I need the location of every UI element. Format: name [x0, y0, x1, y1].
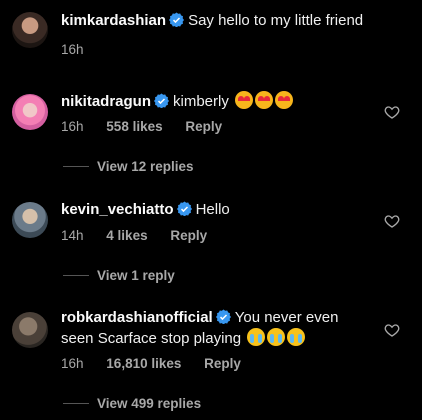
comment-text: Say hello to my little friend	[188, 12, 364, 29]
heart-eyes-emoji	[255, 91, 274, 109]
divider-line	[63, 275, 89, 276]
comment-nikitadragun: nikitadragun kimberly	[61, 91, 382, 112]
verified-badge-icon	[176, 201, 192, 216]
crying-emoji	[267, 328, 286, 346]
divider-line	[63, 166, 89, 167]
verified-badge-icon	[169, 12, 185, 27]
comment-robkardashianofficial-line2: seen Scarface stop playing	[61, 328, 382, 349]
like-heart-icon[interactable]	[384, 104, 400, 120]
divider-line	[63, 403, 89, 404]
verified-badge-icon	[215, 309, 231, 324]
likes-count[interactable]: 4 likes	[106, 228, 147, 243]
comment-text-line1: You never even	[234, 309, 339, 326]
view-replies-label: View 1 reply	[97, 268, 175, 283]
reply-button[interactable]: Reply	[185, 119, 222, 134]
comment-time: 14h	[61, 228, 84, 243]
likes-count[interactable]: 558 likes	[106, 119, 162, 134]
avatar-kimkardashian[interactable]	[12, 12, 48, 48]
avatar-nikitadragun[interactable]	[12, 94, 48, 130]
comment-time: 16h	[61, 356, 84, 371]
avatar-robkardashianofficial[interactable]	[12, 312, 48, 348]
username-nikitadragun[interactable]: nikitadragun	[61, 93, 151, 110]
username-kimkardashian[interactable]: kimkardashian	[61, 12, 166, 29]
comment-meta: 16h 16,810 likes Reply	[61, 356, 260, 371]
like-heart-icon[interactable]	[384, 322, 400, 338]
comment-meta: 14h 4 likes Reply	[61, 228, 226, 243]
reply-button[interactable]: Reply	[170, 228, 207, 243]
comment-text: kimberly	[173, 93, 229, 110]
like-heart-icon[interactable]	[384, 213, 400, 229]
view-replies-label: View 499 replies	[97, 396, 202, 411]
comment-time: 16h	[61, 119, 84, 134]
verified-badge-icon	[154, 93, 170, 108]
heart-eyes-emoji	[235, 91, 254, 109]
comment-meta: 16h 558 likes Reply	[61, 119, 241, 134]
view-replies-label: View 12 replies	[97, 159, 194, 174]
heart-eyes-emoji	[275, 91, 294, 109]
comment-text-line2: seen Scarface stop playing	[61, 330, 242, 347]
comment-meta: 16h	[61, 42, 103, 57]
comment-text: Hello	[195, 201, 230, 218]
avatar-kevin_vechiatto[interactable]	[12, 202, 48, 238]
comment-kevin_vechiatto: kevin_vechiatto Hello	[61, 200, 382, 220]
comment-robkardashianofficial: robkardashianofficial You never even	[61, 308, 382, 328]
crying-emoji	[247, 328, 266, 346]
likes-count[interactable]: 16,810 likes	[106, 356, 181, 371]
username-robkardashianofficial[interactable]: robkardashianofficial	[61, 309, 213, 326]
view-replies-button[interactable]: View 1 reply	[63, 268, 175, 283]
crying-emoji	[287, 328, 306, 346]
comment-kimkardashian: kimkardashian Say hello to my little frie…	[61, 11, 382, 31]
comment-time: 16h	[61, 42, 84, 57]
view-replies-button[interactable]: View 12 replies	[63, 159, 194, 174]
username-kevin_vechiatto[interactable]: kevin_vechiatto	[61, 201, 174, 218]
view-replies-button[interactable]: View 499 replies	[63, 396, 201, 411]
reply-button[interactable]: Reply	[204, 356, 241, 371]
